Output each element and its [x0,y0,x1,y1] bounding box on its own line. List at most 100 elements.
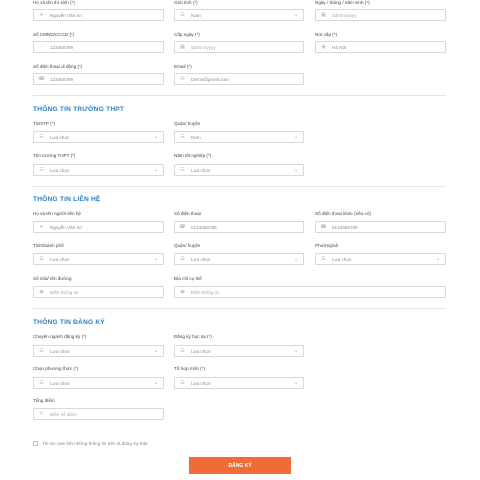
other-phone-field[interactable]: ☎ 0123456789 [315,221,446,233]
email-label: Email (*) [174,64,192,69]
list-icon: ☰ [321,255,326,262]
phone-value: 123456789 [50,76,73,82]
list-icon: ☰ [180,166,185,173]
list-icon: ☰ [39,255,44,262]
grad-year-label: Năm tốt nghiệp (*) [174,153,212,158]
ward-select[interactable]: ☰ Lựa chọn ⌄ [315,253,446,265]
city-select[interactable]: ☰ Lựa chọn ⌄ [33,253,164,265]
chevron-down-icon: ⌄ [154,348,159,354]
province-label: Tỉnh/TP (*) [33,121,56,126]
campus-label: Đăng ký học tại (*) [174,334,212,339]
list-icon: ☰ [180,11,185,18]
location-icon: ◉ [180,288,185,295]
contact-district-select[interactable]: ☰ Lựa chọn ⌄ [174,253,304,265]
id-number-field[interactable]: ▫ 123456789 [33,41,164,53]
list-icon: ☰ [39,379,44,386]
major-value: Lựa chọn [50,348,70,354]
other-phone-value: 0123456789 [332,224,358,230]
email-icon: ✉ [180,75,185,82]
chevron-down-icon: ⌄ [294,256,299,262]
other-phone-label: Số điện thoại khác (nếu có) [315,211,371,216]
divider [33,186,446,187]
total-field[interactable]: ✎ Điền số điểm [33,408,164,420]
issue-date-placeholder: dd/mm/yyyy [191,44,216,50]
issue-date-label: Cấp ngày (*) [174,32,200,37]
list-icon: ☰ [39,347,44,354]
address-placeholder: Điền thông tin [191,289,220,295]
school-district-label: Quận/ huyện [174,121,201,126]
gender-label: Giới tính (*) [174,0,198,5]
dob-field[interactable]: ▦ dd/mm/yyyy [315,9,446,21]
location-icon: ◉ [39,288,44,295]
contact-name-value: Nguyễn Văn An [50,224,82,230]
school-district-value: Nam [191,134,201,140]
location-icon: ◉ [321,43,326,50]
id-number-value: 123456789 [50,44,73,50]
method-value: Lựa chọn [50,380,70,386]
contact-district-value: Lựa chọn [191,256,211,262]
street-field[interactable]: ◉ Điền thông tin [33,286,164,298]
major-select[interactable]: ☰ Lựa chọn ⌄ [33,345,164,357]
contact-section-title: THÔNG TIN LIÊN HỆ [33,196,101,203]
phone-label: Số điện thoại di động (*) [33,64,83,69]
chevron-down-icon: ⌄ [294,12,299,18]
school-district-select[interactable]: ☰ Nam ⌄ [174,131,304,143]
contact-phone-value: 0123456789 [191,224,217,230]
total-label: Tổng điểm [33,398,55,403]
chevron-down-icon: ⌄ [294,380,299,386]
combo-label: Tổ hợp môn (*) [174,366,206,371]
school-label: Tên trường THPT (*) [33,153,76,158]
city-label: Tỉnh/thành phố [33,243,64,248]
email-field[interactable]: ✉ Demo@gmail.com [174,73,304,85]
chevron-down-icon: ⌄ [436,256,441,262]
issue-date-field[interactable]: ▦ dd/mm/yyyy [174,41,304,53]
street-placeholder: Điền thông tin [50,289,79,295]
ward-label: Phường/xã [315,243,338,248]
id-card-icon: ▫ [40,43,43,50]
dob-placeholder: dd/mm/yyyy [332,12,357,18]
list-icon: ☰ [39,166,44,173]
agreement-text: Tôi xin cam kết những thông tin trên là … [42,441,148,446]
address-field[interactable]: ◉ Điền thông tin [174,286,446,298]
register-section-title: THÔNG TIN ĐĂNG KÝ [33,319,105,326]
chevron-down-icon: ⌄ [294,348,299,354]
city-value: Lựa chọn [50,256,70,262]
method-select[interactable]: ☰ Lựa chọn ⌄ [33,377,164,389]
list-icon: ☰ [180,255,185,262]
fullname-field[interactable]: ● Nguyễn Văn An [33,9,164,21]
campus-select[interactable]: ☰ Lựa chọn ⌄ [174,345,304,357]
id-number-label: Số CMND/CCCD (*) [33,32,75,37]
dob-label: Ngày / tháng / năm sinh (*) [315,0,370,5]
grad-year-value: Lựa chọn [191,167,211,173]
calendar-icon: ▦ [180,43,185,50]
phone-field[interactable]: ☎ 123456789 [33,73,164,85]
pencil-icon: ✎ [39,410,44,417]
divider [33,308,446,309]
method-label: Chọn phương thức (*) [33,366,79,371]
ward-value: Lựa chọn [332,256,352,262]
province-value: Lựa chọn [50,134,70,140]
combo-select[interactable]: ☰ Lựa chọn ⌄ [174,377,304,389]
gender-select[interactable]: ☰ Nam ⌄ [174,9,304,21]
chevron-down-icon: ⌄ [294,134,299,140]
combo-value: Lựa chọn [191,380,211,386]
gender-value: Nam [191,12,201,18]
agreement-checkbox[interactable] [33,441,38,446]
chevron-down-icon: ⌄ [154,380,159,386]
chevron-down-icon: ⌄ [154,256,159,262]
list-icon: ☰ [180,133,185,140]
province-select[interactable]: ☰ Lựa chọn ⌄ [33,131,164,143]
fullname-label: Họ và tên thí sinh (*) [33,0,75,5]
contact-district-label: Quận/ huyện [174,243,201,248]
grad-year-select[interactable]: ☰ Lựa chọn ⌄ [174,164,304,176]
contact-name-field[interactable]: ● Nguyễn Văn An [33,221,164,233]
chevron-down-icon: ⌄ [154,134,159,140]
issue-place-field[interactable]: ◉ Hà Nội [315,41,446,53]
email-value: Demo@gmail.com [191,76,229,82]
contact-phone-field[interactable]: ☎ 0123456789 [174,221,304,233]
list-icon: ☰ [180,347,185,354]
street-label: Số nhà/ tên đường [33,276,72,281]
school-select[interactable]: ☰ Lựa chọn ⌄ [33,164,164,176]
list-icon: ☰ [180,379,185,386]
register-button[interactable]: ĐĂNG KÝ [189,457,291,474]
